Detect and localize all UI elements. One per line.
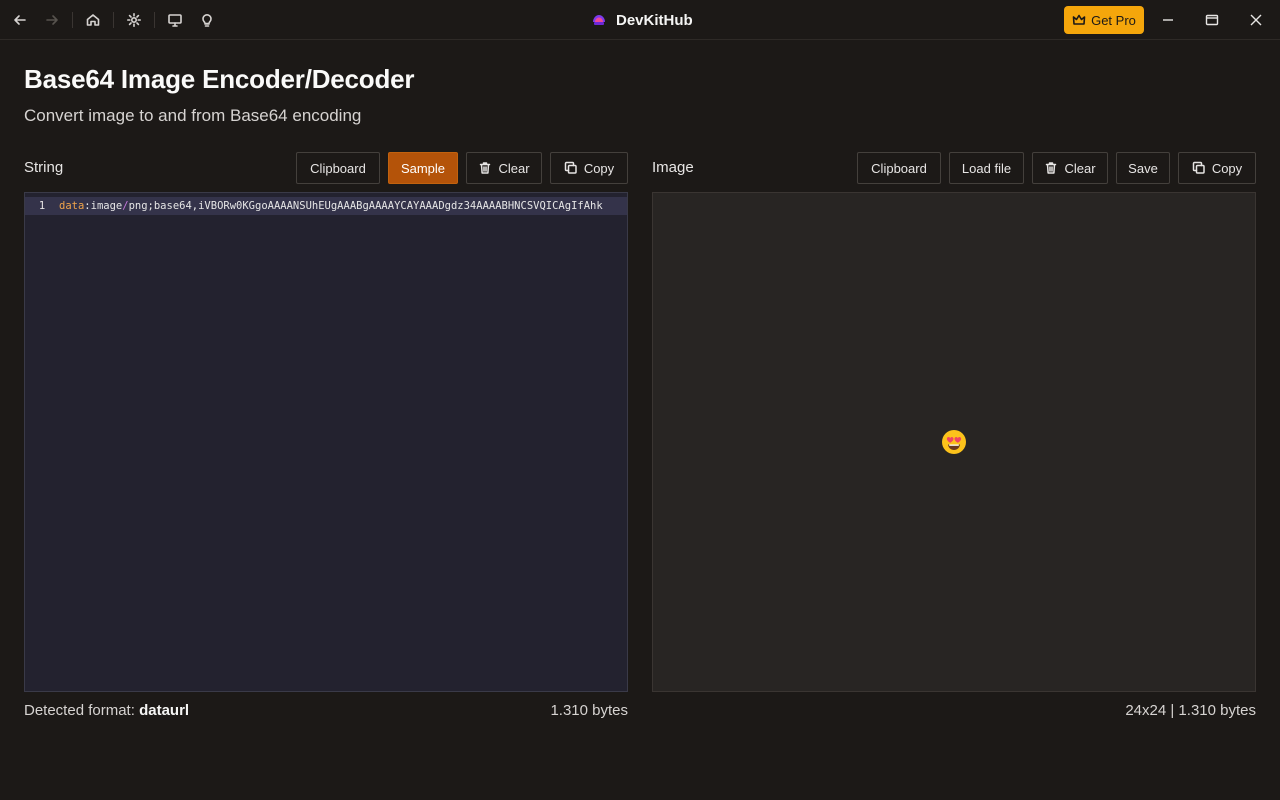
app-logo-icon [593,15,605,25]
code-text: data:image/png;base64,iVBORw0KGgoAAAANSU… [59,200,603,212]
close-icon[interactable] [1246,10,1266,30]
image-info: 24x24 | 1.310 bytes [1125,702,1256,719]
copy-icon [1192,161,1205,174]
string-copy-label: Copy [583,160,615,176]
detected-format-value: dataurl [139,702,190,719]
monitor-icon[interactable] [165,10,185,30]
load-file-button[interactable]: Load file [949,152,1024,184]
lightbulb-icon[interactable] [197,10,217,30]
maximize-icon[interactable] [1202,10,1222,30]
sample-button[interactable]: Sample [388,152,458,184]
string-panel-label: String [24,159,64,176]
get-pro-label: Get Pro [1091,12,1136,28]
page-title: Base64 Image Encoder/Decoder [24,64,415,94]
image-copy-label: Copy [1211,160,1243,176]
string-copy-button[interactable]: Copy [550,152,628,184]
trash-icon [480,162,491,174]
crown-icon [1072,14,1086,25]
get-pro-button[interactable]: Get Pro [1064,6,1144,34]
back-icon[interactable] [10,10,30,30]
token-rest: png;base64,iVBORw0KGgoAAAANSUhEUgAAABgAA… [128,200,603,212]
image-copy-button[interactable]: Copy [1178,152,1256,184]
detected-format: Detected format: dataurl [24,702,189,719]
home-icon[interactable] [83,10,103,30]
sample-label: Sample [400,160,446,176]
save-button[interactable]: Save [1116,152,1170,184]
line-number: 1 [38,200,46,212]
string-size: 1.310 bytes [550,702,628,719]
divider [154,12,155,28]
string-clear-button[interactable]: Clear [466,152,542,184]
page-subtitle: Convert image to and from Base64 encodin… [24,106,362,125]
settings-icon[interactable] [124,10,144,30]
divider [72,12,73,28]
trash-icon [1046,162,1057,174]
image-panel-label: Image [652,159,694,176]
divider [113,12,114,28]
image-clipboard-button[interactable]: Clipboard [857,152,941,184]
forward-icon[interactable] [42,10,62,30]
copy-icon [564,161,577,174]
editor-line: 1 data:image/png;base64,iVBORw0KGgoAAAAN… [25,197,627,215]
image-preview-area[interactable] [652,192,1256,692]
app-title: DevKitHub [590,10,693,30]
load-file-label: Load file [961,160,1012,176]
heart-eyes-emoji-icon [942,430,966,454]
token-key: data [59,200,85,212]
image-clipboard-label: Clipboard [871,160,927,176]
image-clear-button[interactable]: Clear [1032,152,1108,184]
token-image: image [90,200,123,212]
string-clipboard-label: Clipboard [310,160,366,176]
app-name: DevKitHub [616,11,693,29]
image-clear-label: Clear [1064,160,1096,176]
string-editor[interactable]: 1 data:image/png;base64,iVBORw0KGgoAAAAN… [24,192,628,692]
title-bar: DevKitHub Get Pro [0,0,1280,40]
string-clipboard-button[interactable]: Clipboard [296,152,380,184]
string-clear-label: Clear [498,160,530,176]
detected-format-label: Detected format: [24,702,135,719]
save-label: Save [1128,160,1158,176]
minimize-icon[interactable] [1158,10,1178,30]
